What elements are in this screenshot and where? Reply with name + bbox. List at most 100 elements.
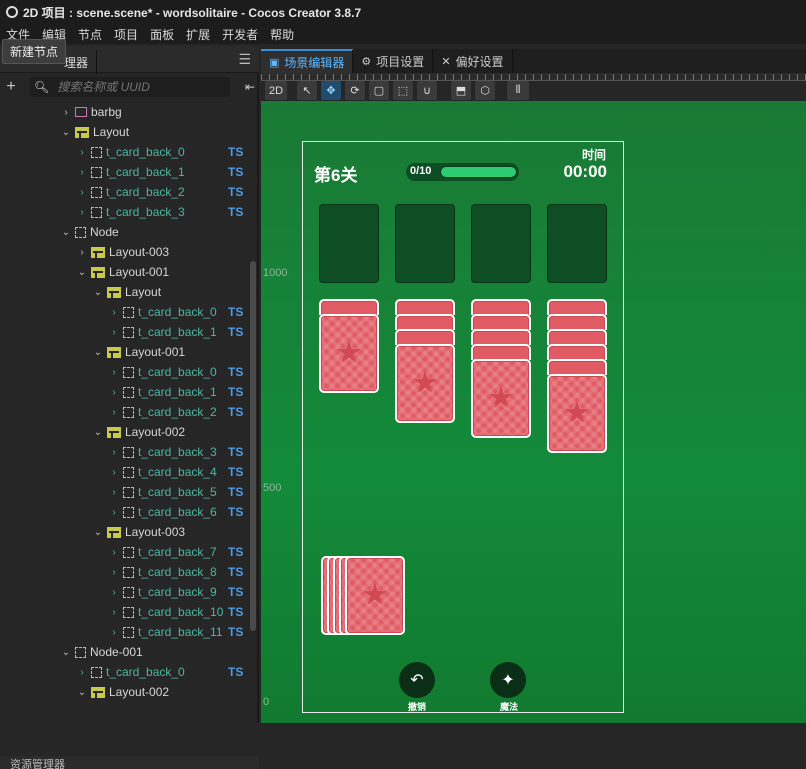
card-back[interactable] xyxy=(547,299,607,315)
collapsed-arrow-icon[interactable]: › xyxy=(108,627,120,638)
foundation-slot[interactable] xyxy=(471,204,531,283)
tree-row[interactable]: › t_card_back_2 xyxy=(108,402,216,422)
tree-row[interactable]: ⌄ Layout-001 xyxy=(76,262,169,282)
tree-row[interactable]: › t_card_back_1 xyxy=(108,382,216,402)
collapsed-arrow-icon[interactable]: › xyxy=(108,307,120,318)
tree-row[interactable]: › t_card_back_11 xyxy=(108,622,222,642)
magic-button[interactable]: ✦ xyxy=(490,662,526,698)
undo-button[interactable]: ↶ xyxy=(399,662,435,698)
tree-row[interactable]: ⌄ Node xyxy=(60,222,119,242)
tree-row[interactable]: › t_card_back_0 xyxy=(108,302,216,322)
tree-row[interactable]: › t_card_back_8 xyxy=(108,562,216,582)
move-tool-icon[interactable]: ✥ xyxy=(321,81,341,100)
tree-row[interactable]: › t_card_back_6 xyxy=(108,502,216,522)
hierarchy-search[interactable]: 🔍︎ xyxy=(30,77,230,97)
panel-menu-icon[interactable]: ☰ xyxy=(238,51,251,68)
tree-row[interactable]: › t_card_back_1 xyxy=(108,322,216,342)
search-input[interactable] xyxy=(57,80,218,94)
tab-2[interactable]: ✕ 偏好设置 xyxy=(433,49,513,73)
expanded-arrow-icon[interactable]: ⌄ xyxy=(60,647,72,658)
tree-row[interactable]: › t_card_back_7 xyxy=(108,542,216,562)
foundation-slot[interactable] xyxy=(395,204,455,283)
tree-row[interactable]: ⌄ Layout xyxy=(92,282,161,302)
card-back[interactable] xyxy=(547,314,607,330)
card-back[interactable] xyxy=(471,314,531,330)
card-back[interactable] xyxy=(471,299,531,315)
tree-row[interactable]: ⌄ Layout-001 xyxy=(92,342,185,362)
menu-item[interactable]: 项目 xyxy=(114,26,138,43)
tree-row[interactable]: › t_card_back_9 xyxy=(108,582,216,602)
expanded-arrow-icon[interactable]: ⌄ xyxy=(92,527,104,538)
asset-panel-header[interactable]: 资源管理器 xyxy=(0,756,259,769)
tree-row[interactable]: › Layout-003 xyxy=(76,242,169,262)
collapsed-arrow-icon[interactable]: › xyxy=(76,147,88,158)
menu-item[interactable]: 面板 xyxy=(150,26,174,43)
tree-row[interactable]: › t_card_back_4 xyxy=(108,462,216,482)
expanded-arrow-icon[interactable]: ⌄ xyxy=(92,287,104,298)
card-back[interactable] xyxy=(395,299,455,315)
card-back[interactable] xyxy=(319,299,379,315)
card-back[interactable]: ★ xyxy=(471,359,531,438)
add-node-icon[interactable]: + xyxy=(0,78,22,96)
card-back[interactable]: ★ xyxy=(395,344,455,423)
tree-row[interactable]: › t_card_back_0 xyxy=(76,662,184,682)
collapsed-arrow-icon[interactable]: › xyxy=(108,387,120,398)
collapsed-arrow-icon[interactable]: › xyxy=(60,107,72,118)
expanded-arrow-icon[interactable]: ⌄ xyxy=(76,267,88,278)
collapsed-arrow-icon[interactable]: › xyxy=(108,327,120,338)
collapsed-arrow-icon[interactable]: › xyxy=(108,487,120,498)
snap-icon[interactable]: ⬒ xyxy=(451,81,471,100)
card-back[interactable]: ★ xyxy=(547,374,607,453)
card-back[interactable] xyxy=(471,329,531,345)
align-icon[interactable]: ⫴ xyxy=(507,81,529,100)
collapsed-arrow-icon[interactable]: › xyxy=(76,187,88,198)
collapsed-arrow-icon[interactable]: › xyxy=(76,667,88,678)
select-tool-icon[interactable]: ↖ xyxy=(297,81,317,100)
card-back[interactable] xyxy=(395,329,455,345)
collapsed-arrow-icon[interactable]: › xyxy=(108,547,120,558)
tree-row[interactable]: ⌄ Layout xyxy=(60,122,129,142)
card-back[interactable] xyxy=(471,344,531,360)
tree-row[interactable]: ⌄ Layout-002 xyxy=(76,682,169,702)
grid-icon[interactable]: ⬡ xyxy=(475,81,495,100)
expanded-arrow-icon[interactable]: ⌄ xyxy=(60,227,72,238)
collapsed-arrow-icon[interactable]: › xyxy=(76,247,88,258)
card-back[interactable]: ★ xyxy=(319,314,379,393)
menu-item[interactable]: 扩展 xyxy=(186,26,210,43)
collapsed-arrow-icon[interactable]: › xyxy=(108,367,120,378)
card-back[interactable]: ★ xyxy=(345,556,405,635)
hierarchy-scrollbar[interactable] xyxy=(250,261,256,631)
tree-row[interactable]: › t_card_back_1 xyxy=(76,162,184,182)
foundation-slot[interactable] xyxy=(319,204,379,283)
rotate-tool-icon[interactable]: ⟳ xyxy=(345,81,365,100)
tree-row[interactable]: › t_card_back_0 xyxy=(108,362,216,382)
expanded-arrow-icon[interactable]: ⌄ xyxy=(76,687,88,698)
menu-item[interactable]: 帮助 xyxy=(270,26,294,43)
collapse-all-icon[interactable]: ⇤ xyxy=(245,80,255,94)
collapsed-arrow-icon[interactable]: › xyxy=(76,167,88,178)
collapsed-arrow-icon[interactable]: › xyxy=(108,467,120,478)
card-back[interactable] xyxy=(547,344,607,360)
collapsed-arrow-icon[interactable]: › xyxy=(108,407,120,418)
tab-1[interactable]: ⚙ 项目设置 xyxy=(353,49,434,73)
collapsed-arrow-icon[interactable]: › xyxy=(108,507,120,518)
tab-0[interactable]: ▣ 场景编辑器 xyxy=(261,49,354,73)
collapsed-arrow-icon[interactable]: › xyxy=(76,207,88,218)
expanded-arrow-icon[interactable]: ⌄ xyxy=(60,127,72,138)
collapsed-arrow-icon[interactable]: › xyxy=(108,607,120,618)
expanded-arrow-icon[interactable]: ⌄ xyxy=(92,347,104,358)
menu-item[interactable]: 开发者 xyxy=(222,26,258,43)
card-back[interactable] xyxy=(395,314,455,330)
tree-row[interactable]: › t_card_back_0 xyxy=(76,142,184,162)
mode-2d-button[interactable]: 2D xyxy=(265,81,287,100)
tree-row[interactable]: › t_card_back_5 xyxy=(108,482,216,502)
foundation-slot[interactable] xyxy=(547,204,607,283)
card-back[interactable] xyxy=(547,329,607,345)
tree-row[interactable]: › t_card_back_3 xyxy=(76,202,184,222)
rect-tool-icon[interactable]: ⬚ xyxy=(393,81,413,100)
magnet-icon[interactable]: ∪ xyxy=(417,81,437,100)
expanded-arrow-icon[interactable]: ⌄ xyxy=(92,427,104,438)
collapsed-arrow-icon[interactable]: › xyxy=(108,587,120,598)
tree-row[interactable]: › t_card_back_10 xyxy=(108,602,223,622)
collapsed-arrow-icon[interactable]: › xyxy=(108,567,120,578)
